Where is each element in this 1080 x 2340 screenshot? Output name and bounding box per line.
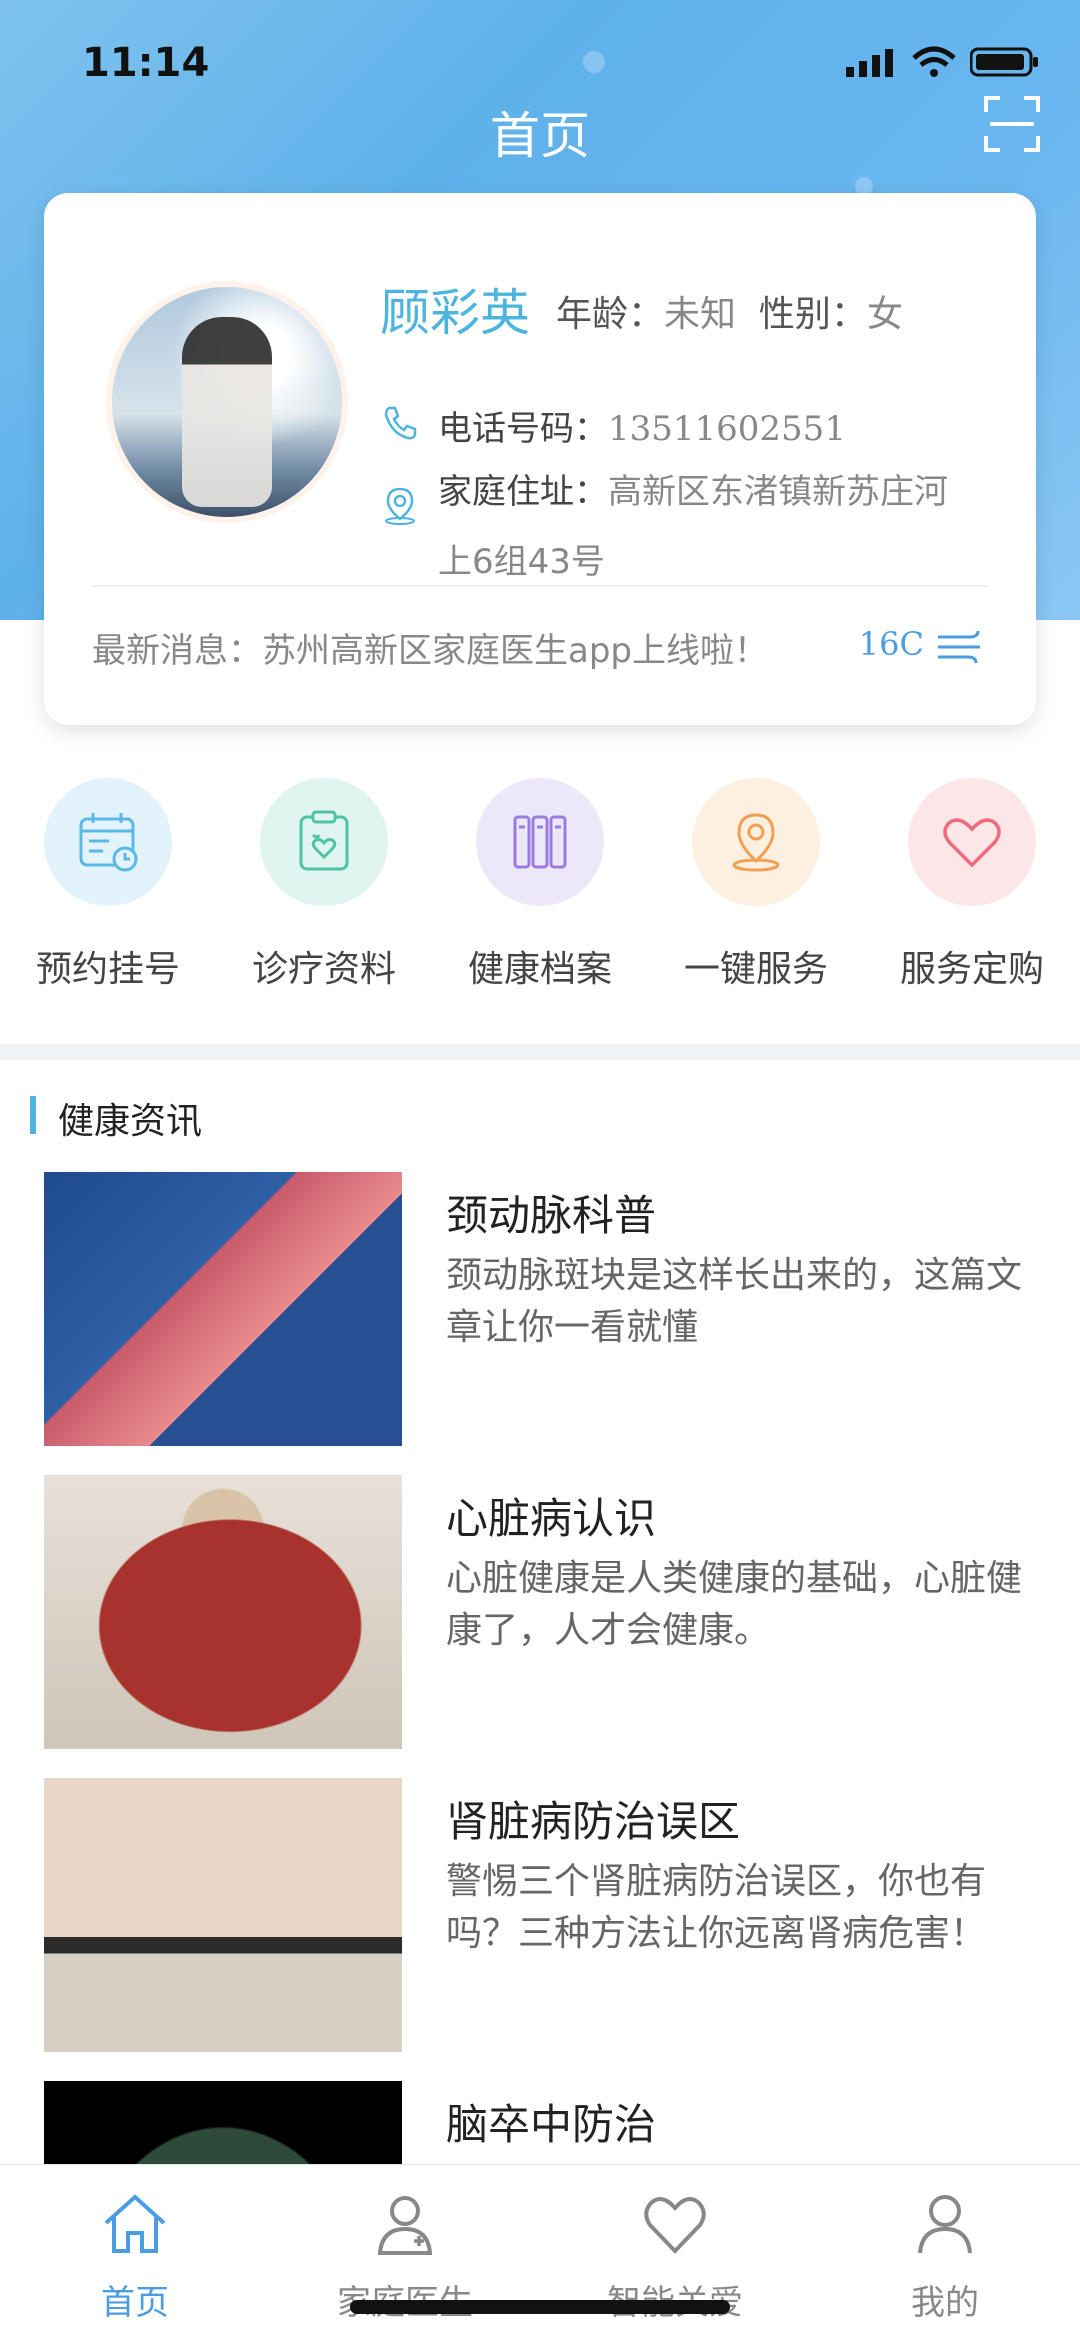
article-desc: 警惕三个肾脏病防治误区，你也有吗？三种方法让你远离肾病危害！ bbox=[446, 1861, 987, 1954]
card-divider bbox=[92, 585, 988, 587]
address-row: 家庭住址：高新区东渚镇新苏庄河上6组43号 bbox=[380, 471, 980, 597]
wind-icon bbox=[938, 630, 980, 664]
news-label: 最新消息： bbox=[92, 631, 262, 671]
service-label: 预约挂号 bbox=[35, 949, 180, 990]
service-icon-bg bbox=[44, 778, 172, 906]
age-label: 年龄： bbox=[556, 294, 665, 335]
service-order[interactable]: 服务定购 bbox=[864, 778, 1080, 992]
phone-label: 电话号码： bbox=[438, 409, 608, 449]
phone-icon bbox=[384, 406, 417, 440]
home-icon bbox=[104, 2194, 166, 2253]
article-title: 颈动脉科普 bbox=[446, 1191, 657, 1240]
article-item[interactable]: 心脏病认识 心脏健康是人类健康的基础，心脏健康了，人才会健康。 bbox=[44, 1475, 1044, 1749]
battery-icon bbox=[970, 47, 1038, 77]
service-grid: 预约挂号 诊疗资料 健康档案 一键服务 服务定购 bbox=[0, 778, 1080, 1008]
calendar-icon bbox=[79, 813, 138, 872]
tab-label: 首页 bbox=[101, 2283, 169, 2323]
address-label: 家庭住址： bbox=[438, 472, 608, 512]
user-name: 顾彩英 bbox=[380, 284, 530, 342]
article-thumbnail bbox=[44, 1475, 402, 1749]
service-health-file[interactable]: 健康档案 bbox=[432, 778, 648, 992]
article-item[interactable]: 肾脏病防治误区 警惕三个肾脏病防治误区，你也有吗？三种方法让你远离肾病危害！ bbox=[44, 1778, 1044, 2052]
status-time: 11:14 bbox=[82, 40, 210, 86]
service-icon-bg bbox=[908, 778, 1036, 906]
phone-value: 13511602551 bbox=[608, 409, 846, 449]
service-label: 健康档案 bbox=[467, 949, 612, 990]
doctor-icon bbox=[377, 2196, 433, 2255]
article-thumbnail bbox=[44, 2081, 402, 2164]
service-records[interactable]: 诊疗资料 bbox=[216, 778, 432, 992]
tab-home[interactable]: 首页 bbox=[0, 2189, 270, 2324]
gender-value: 女 bbox=[866, 294, 903, 335]
article-title: 脑卒中防治 bbox=[446, 2100, 657, 2149]
service-label: 诊疗资料 bbox=[251, 949, 396, 990]
article-title: 心脏病认识 bbox=[446, 1494, 657, 1543]
scan-icon[interactable] bbox=[984, 96, 1040, 152]
service-one-click[interactable]: 一键服务 bbox=[648, 778, 864, 992]
article-thumbnail bbox=[44, 1778, 402, 2052]
user-icon bbox=[918, 2195, 972, 2254]
gender-label: 性别： bbox=[758, 294, 867, 335]
temperature: 16C bbox=[858, 625, 924, 663]
heart-outline-icon bbox=[644, 2197, 706, 2254]
article-title: 肾脏病防治误区 bbox=[446, 1797, 741, 1846]
service-icon-bg bbox=[476, 778, 604, 906]
article-thumbnail bbox=[44, 1172, 402, 1446]
wifi-icon bbox=[912, 46, 956, 77]
avatar[interactable] bbox=[106, 281, 348, 523]
profile-card[interactable]: 顾彩英 年龄：未知 性别：女 电话号码：13511602551 家庭住址：高新区… bbox=[44, 193, 1036, 725]
folders-icon bbox=[513, 815, 567, 869]
home-indicator bbox=[350, 2300, 730, 2314]
status-icons bbox=[846, 46, 1040, 78]
location-pin-icon bbox=[732, 813, 780, 872]
page-title: 首页 bbox=[490, 107, 590, 165]
section-separator bbox=[0, 1044, 1080, 1060]
service-label: 服务定购 bbox=[899, 949, 1044, 990]
phone-row: 电话号码：13511602551 bbox=[380, 401, 846, 450]
article-desc: 心脏健康是人类健康的基础，心脏健康了，人才会健康。 bbox=[446, 1558, 1023, 1651]
tab-mine[interactable]: 我的 bbox=[810, 2189, 1080, 2324]
article-desc: 颈动脉斑块是这样长出来的，这篇文章让你一看就懂 bbox=[446, 1255, 1023, 1348]
news-text[interactable]: 苏州高新区家庭医生app上线啦！ bbox=[262, 631, 768, 671]
service-label: 一键服务 bbox=[683, 949, 828, 990]
service-icon-bg bbox=[692, 778, 820, 906]
article-item[interactable]: 脑卒中防治 bbox=[44, 2081, 1044, 2164]
tab-label: 我的 bbox=[911, 2283, 979, 2323]
age-value: 未知 bbox=[664, 294, 737, 335]
age-gender: 年龄：未知 性别：女 bbox=[556, 285, 903, 337]
location-icon bbox=[385, 487, 415, 525]
heart-icon bbox=[943, 818, 1001, 868]
status-bar: 11:14 bbox=[0, 0, 1080, 110]
clipboard-heart-icon bbox=[299, 810, 349, 871]
news-ticker[interactable]: 最新消息：苏州高新区家庭医生app上线啦！ bbox=[92, 623, 768, 672]
service-appointment[interactable]: 预约挂号 bbox=[0, 778, 216, 992]
service-icon-bg bbox=[260, 778, 388, 906]
article-item[interactable]: 颈动脉科普 颈动脉斑块是这样长出来的，这篇文章让你一看就懂 bbox=[44, 1172, 1044, 1446]
section-title: 健康资讯 bbox=[30, 1092, 202, 1144]
signal-icon bbox=[846, 49, 893, 77]
